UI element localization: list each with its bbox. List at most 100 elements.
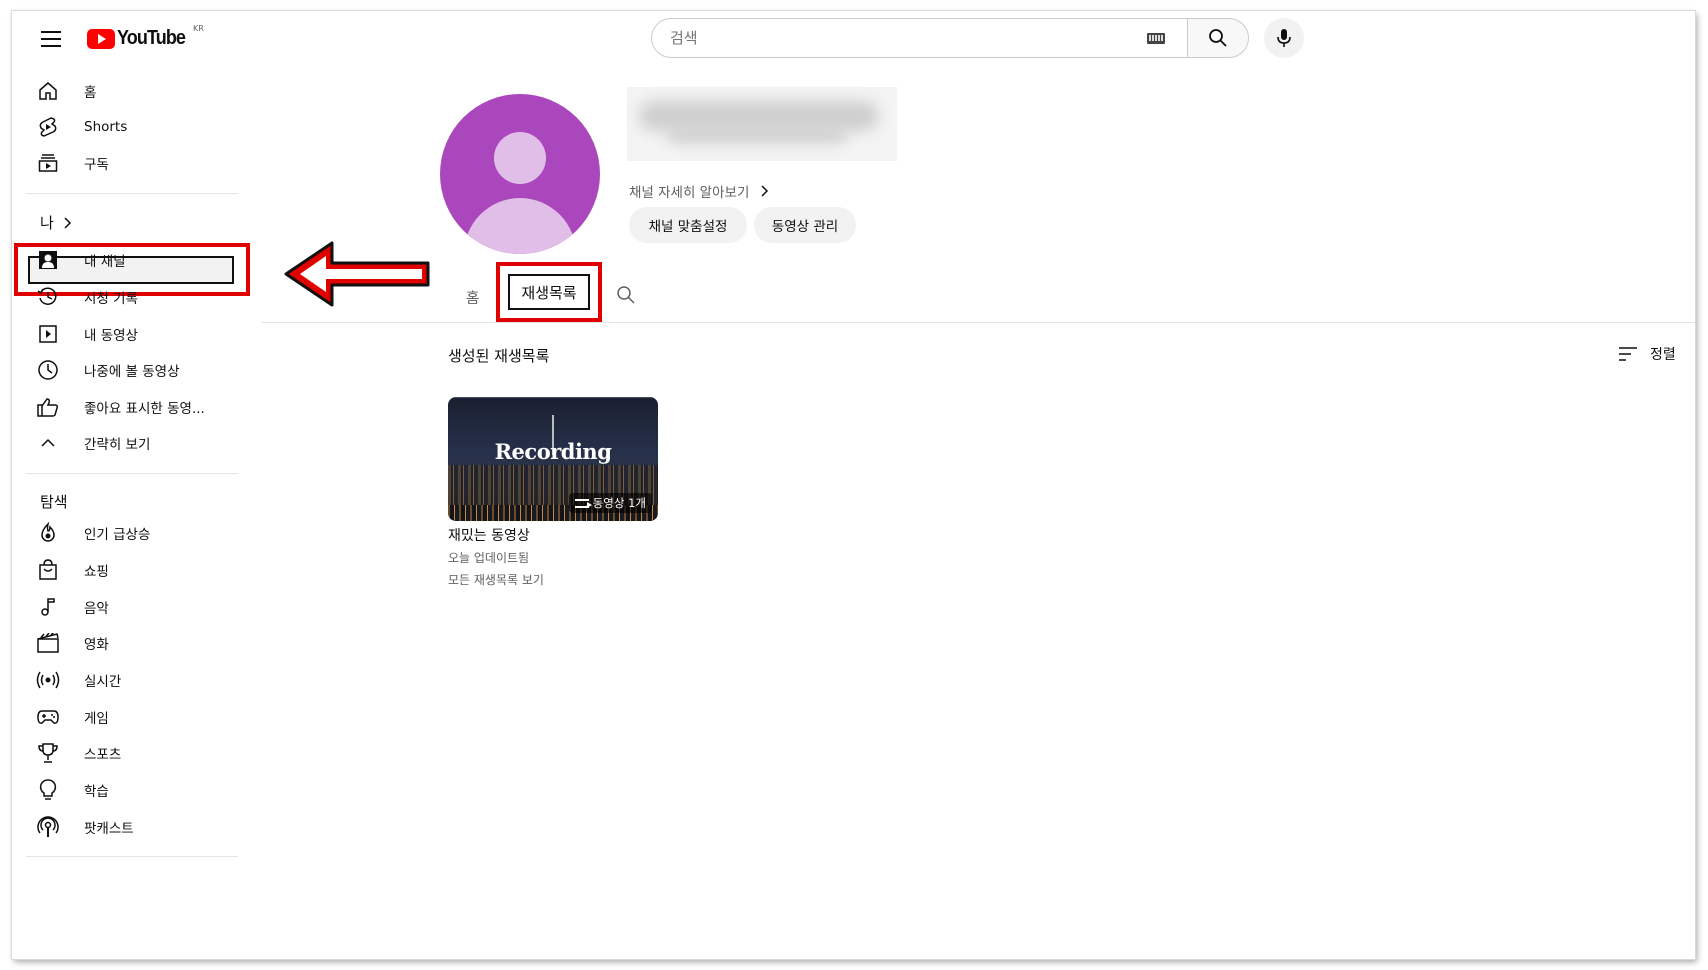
channel-name-blurred: [627, 87, 897, 161]
gamepad-icon: [36, 705, 60, 729]
trending-icon: [36, 521, 60, 545]
chevron-right-icon: [761, 185, 769, 197]
film-icon: [36, 631, 60, 655]
playlist-updated: 오늘 업데이트됨: [448, 551, 530, 565]
avatar-head: [494, 132, 546, 184]
my-channel-icon: [36, 248, 60, 272]
sidebar-item-live[interactable]: 실시간: [26, 662, 238, 698]
sidebar-item-label: 스포츠: [84, 747, 122, 763]
sidebar-item-label: 간략히 보기: [84, 437, 151, 453]
sidebar-item-gaming[interactable]: 게임: [26, 699, 238, 735]
sidebar-item-shorts[interactable]: Shorts: [26, 109, 238, 145]
annotation-highlight-playlists-tab: 재생목록: [496, 262, 602, 322]
shelf-title: 생성된 재생목록: [448, 347, 550, 365]
sidebar-item-history[interactable]: 시청 기록: [26, 279, 238, 315]
explore-section-title: 탐색: [40, 493, 68, 511]
sidebar-item-label: 학습: [84, 784, 109, 800]
live-icon: [36, 668, 60, 692]
sidebar-item-watch-later[interactable]: 나중에 볼 동영상: [26, 352, 238, 388]
sidebar-item-trending[interactable]: 인기 급상승: [26, 515, 238, 551]
chevron-up-icon: [36, 431, 60, 455]
sidebar-item-label: 인기 급상승: [84, 527, 151, 543]
sidebar-item-label: 구독: [84, 157, 109, 173]
sidebar-item-movies[interactable]: 영화: [26, 625, 238, 661]
sort-icon: [1619, 347, 1637, 361]
channel-avatar[interactable]: [440, 94, 600, 254]
home-icon: [36, 79, 60, 103]
sidebar-show-less[interactable]: 간략히 보기: [26, 425, 238, 461]
channel-about-label: 채널 자세히 알아보기: [629, 185, 750, 201]
customize-channel-button[interactable]: 채널 맞춤설정: [629, 207, 747, 243]
sidebar-item-home[interactable]: 홈: [26, 73, 238, 109]
annotation-arrow-icon: [284, 241, 430, 307]
playlist-title[interactable]: 재밌는 동영상: [448, 525, 530, 545]
sort-button[interactable]: 정렬: [1618, 344, 1676, 364]
sidebar-item-my-channel[interactable]: 내 채널: [26, 242, 238, 278]
region-code: KR: [193, 24, 204, 33]
logo-text: YouTube: [117, 27, 186, 49]
tab-home[interactable]: 홈: [466, 287, 479, 308]
sidebar-item-label: 좋아요 표시한 동영...: [84, 401, 205, 417]
search-box: [651, 18, 1187, 58]
sidebar-item-label: Shorts: [84, 119, 128, 135]
voice-search-button[interactable]: [1264, 18, 1304, 58]
sidebar-item-subscriptions[interactable]: 구독: [26, 145, 238, 181]
lightbulb-icon: [36, 778, 60, 802]
avatar-body: [464, 198, 576, 254]
thumbnail-text: Recording: [494, 439, 612, 464]
microphone-icon: [1277, 29, 1291, 47]
menu-icon[interactable]: [41, 31, 61, 49]
history-icon: [36, 285, 60, 309]
sidebar-item-label: 나중에 볼 동영상: [84, 364, 180, 380]
keyboard-icon[interactable]: [1147, 33, 1165, 44]
sidebar-item-liked-videos[interactable]: 좋아요 표시한 동영...: [26, 389, 238, 425]
sidebar-item-label: 홈: [84, 85, 97, 101]
tab-playlists[interactable]: 재생목록: [508, 274, 590, 310]
sidebar-you-header[interactable]: 나: [40, 212, 72, 233]
sidebar-divider: [26, 193, 238, 194]
sidebar-item-label: 게임: [84, 711, 109, 727]
sidebar-item-music[interactable]: 음악: [26, 589, 238, 625]
manage-videos-button[interactable]: 동영상 관리: [754, 207, 856, 243]
sidebar-item-learning[interactable]: 학습: [26, 772, 238, 808]
watch-later-icon: [36, 358, 60, 382]
search-button[interactable]: [1187, 18, 1249, 58]
youtube-logo[interactable]: YouTube KR: [87, 24, 204, 50]
sidebar-item-my-videos[interactable]: 내 동영상: [26, 316, 238, 352]
sidebar-item-label: 시청 기록: [84, 291, 138, 307]
playlist-thumbnail[interactable]: Recording 동영상 1개: [448, 397, 658, 521]
shopping-bag-icon: [36, 558, 60, 582]
playlist-icon: [574, 498, 592, 508]
view-all-playlists-link[interactable]: 모든 재생목록 보기: [448, 571, 544, 588]
youtube-window: YouTube KR 홈 Shorts 구독 나 내 채널 시청 기록: [12, 11, 1695, 959]
my-videos-icon: [36, 322, 60, 346]
subscriptions-icon: [36, 151, 60, 175]
sidebar-item-shopping[interactable]: 쇼핑: [26, 552, 238, 588]
tabs-divider: [262, 322, 1695, 323]
playlist-stack-edge: [454, 397, 652, 398]
youtube-play-logo-icon: [87, 28, 115, 49]
channel-search-icon[interactable]: [616, 285, 636, 305]
music-note-icon: [36, 595, 60, 619]
podcast-icon: [36, 815, 60, 839]
sort-label: 정렬: [1650, 347, 1676, 363]
sidebar-divider: [26, 473, 238, 474]
chevron-right-icon: [64, 216, 71, 229]
like-icon: [36, 395, 60, 419]
sidebar-item-label: 내 채널: [84, 254, 126, 270]
sidebar-divider: [26, 856, 238, 857]
sidebar-item-label: 실시간: [84, 674, 122, 690]
channel-about-link[interactable]: 채널 자세히 알아보기: [629, 181, 769, 201]
trophy-icon: [36, 741, 60, 765]
sidebar-item-label: 팟캐스트: [84, 821, 134, 837]
search-input[interactable]: [670, 29, 1110, 47]
shorts-icon: [36, 115, 60, 139]
sidebar-item-sports[interactable]: 스포츠: [26, 735, 238, 771]
you-section-title: 나: [40, 214, 54, 232]
sidebar-item-label: 음악: [84, 601, 109, 617]
sidebar-item-label: 내 동영상: [84, 328, 138, 344]
sidebar-item-podcasts[interactable]: 팟캐스트: [26, 809, 238, 845]
sidebar-item-label: 쇼핑: [84, 564, 109, 580]
sidebar-item-label: 영화: [84, 637, 109, 653]
video-count-label: 동영상 1개: [592, 496, 646, 510]
